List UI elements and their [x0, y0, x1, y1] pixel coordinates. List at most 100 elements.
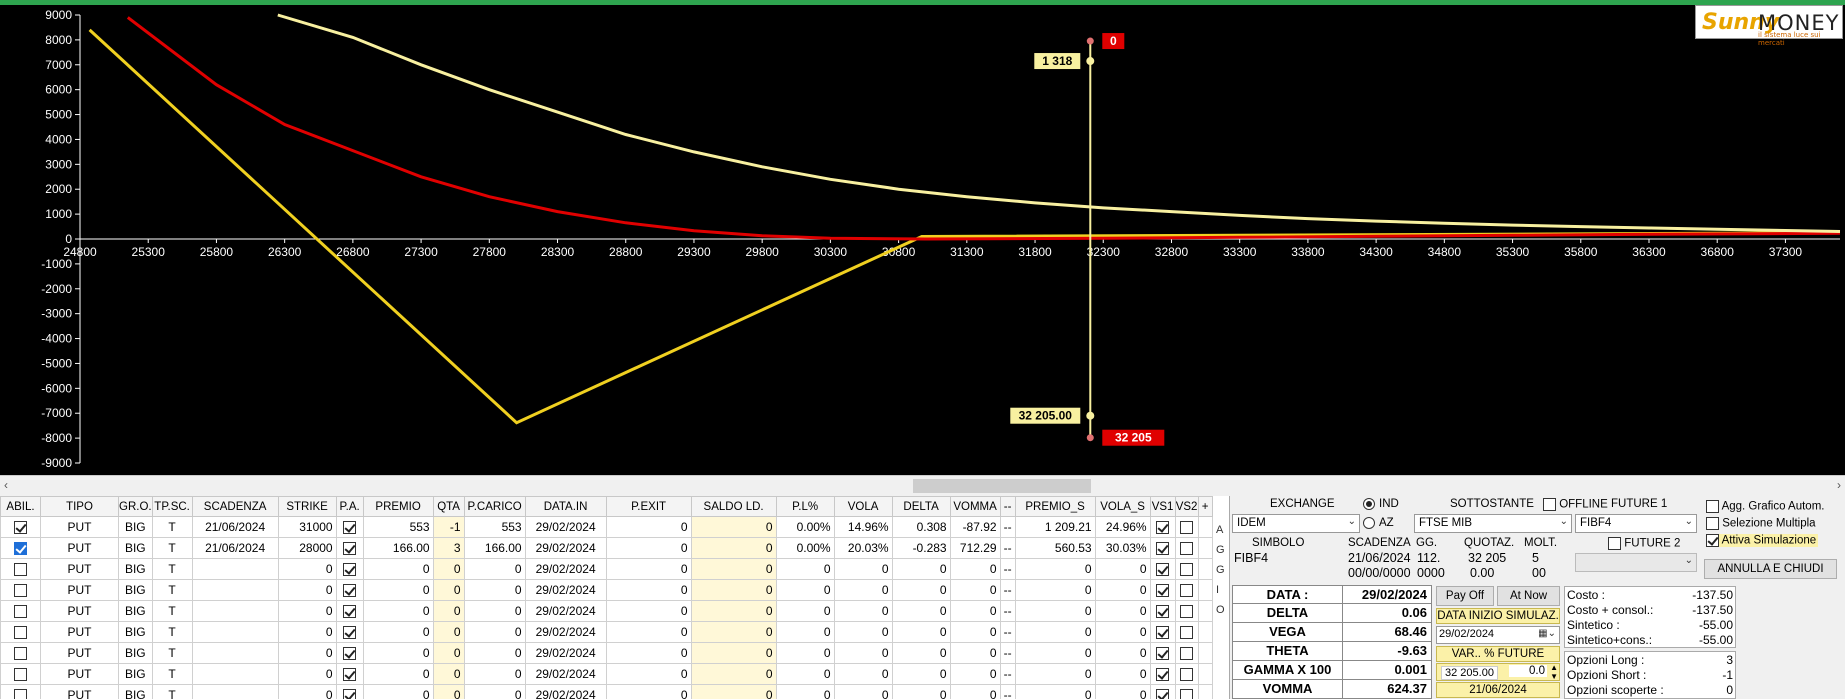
cell-premio[interactable]: 553	[362, 516, 434, 538]
cell-vs1[interactable]	[1149, 558, 1176, 580]
cell-tipo[interactable]: PUT	[40, 516, 119, 538]
cell-vola[interactable]: 0	[833, 663, 893, 685]
column-header[interactable]: VOLA_S	[1094, 496, 1151, 517]
cell-delta[interactable]: 0	[891, 642, 951, 664]
cell-blank[interactable]	[1197, 663, 1213, 685]
column-header[interactable]: PREMIO	[362, 496, 434, 517]
cell-abil[interactable]	[0, 537, 41, 559]
sottostante-select[interactable]: FTSE MIB ⌄	[1414, 514, 1572, 533]
offline-checkbox[interactable]: OFFLINE	[1543, 498, 1608, 511]
data-inizio-picker[interactable]: 29/02/2024 ▦⌄	[1436, 626, 1560, 644]
cell-strike[interactable]: 0	[277, 558, 337, 580]
vs1-checkbox-icon[interactable]	[1156, 521, 1170, 535]
cell-vs1[interactable]	[1149, 600, 1176, 622]
scroll-left-icon[interactable]: ‹	[4, 478, 8, 492]
pa-checkbox-icon[interactable]	[343, 563, 357, 577]
cell-scad[interactable]	[191, 663, 279, 685]
cell-tpsc[interactable]: T	[151, 558, 193, 580]
cell-vomma[interactable]: 0	[949, 579, 1001, 601]
cell-vomma[interactable]: 0	[949, 558, 1001, 580]
vs2-checkbox-icon[interactable]	[1180, 626, 1194, 640]
column-header[interactable]: DELTA	[891, 496, 951, 517]
cell-saldo[interactable]: 0	[690, 600, 777, 622]
cell-tipo[interactable]: PUT	[40, 600, 119, 622]
cell-scad[interactable]	[191, 684, 279, 699]
cell-gro[interactable]: BIG	[118, 558, 153, 580]
cell-qta[interactable]: 3	[432, 537, 465, 559]
cell-pcarico[interactable]: 0	[463, 642, 526, 664]
cell-vs2[interactable]	[1174, 684, 1199, 699]
cell-scad[interactable]	[191, 579, 279, 601]
cell-tipo[interactable]: PUT	[40, 663, 119, 685]
future2-checkbox[interactable]: FUTURE 2	[1608, 537, 1680, 550]
cell-pa[interactable]	[335, 600, 364, 622]
cell-pl[interactable]: 0	[775, 684, 835, 699]
cell-premio[interactable]: 0	[362, 684, 434, 699]
table-row[interactable]: PUT BIG T 0 0 0 0 29/02/2024 0 0 0 0 0 0 -- 0 0	[0, 621, 1213, 643]
cell-gro[interactable]: BIG	[118, 600, 153, 622]
column-header[interactable]: SALDO LD.	[690, 496, 777, 517]
cell-datain[interactable]: 29/02/2024	[524, 642, 607, 664]
radio-az[interactable]: AZ	[1363, 517, 1394, 529]
cell-vomma[interactable]: 0	[949, 663, 1001, 685]
cell-datain[interactable]: 29/02/2024	[524, 537, 607, 559]
vs2-checkbox-icon[interactable]	[1180, 647, 1194, 661]
cell-premios[interactable]: 560.53	[1014, 537, 1096, 559]
cell-tpsc[interactable]: T	[151, 621, 193, 643]
cell-vs2[interactable]	[1174, 621, 1199, 643]
cell-volas[interactable]: 24.96%	[1094, 516, 1151, 538]
cell-pexit[interactable]: 0	[605, 516, 692, 538]
opt-sel-checkbox[interactable]: Selezione Multipla	[1706, 517, 1816, 530]
abil-checkbox-icon[interactable]	[14, 689, 27, 699]
cell-pl[interactable]: 0	[775, 579, 835, 601]
cell-pl[interactable]: 0.00%	[775, 516, 835, 538]
cell-vomma[interactable]: -87.92	[949, 516, 1001, 538]
cell-vs1[interactable]	[1149, 684, 1176, 699]
cell-pl[interactable]: 0	[775, 558, 835, 580]
opt-sim-checkbox-icon[interactable]	[1706, 534, 1719, 547]
cell-delta[interactable]: 0	[891, 684, 951, 699]
cell-vomma[interactable]: 712.29	[949, 537, 1001, 559]
cell-tipo[interactable]: PUT	[40, 537, 119, 559]
cell-qta[interactable]: 0	[432, 663, 465, 685]
cell-blank[interactable]	[1197, 642, 1213, 664]
cell-saldo[interactable]: 0	[690, 558, 777, 580]
future-pct-input[interactable]: 0.0	[1509, 665, 1547, 677]
vs2-checkbox-icon[interactable]	[1180, 542, 1194, 556]
cell-premios[interactable]: 0	[1014, 642, 1096, 664]
pa-checkbox-icon[interactable]	[343, 542, 357, 556]
cell-volas[interactable]: 0	[1094, 579, 1151, 601]
column-header[interactable]: VOLA	[833, 496, 893, 517]
cell-premios[interactable]: 0	[1014, 684, 1096, 699]
column-header[interactable]: P.A.	[335, 496, 364, 517]
cell-datain[interactable]: 29/02/2024	[524, 621, 607, 643]
cell-vola[interactable]: 14.96%	[833, 516, 893, 538]
cell-qta[interactable]: 0	[432, 684, 465, 699]
table-row[interactable]: PUT BIG T 0 0 0 0 29/02/2024 0 0 0 0 0 0 -- 0 0	[0, 642, 1213, 664]
cell-delta[interactable]: 0	[891, 600, 951, 622]
cell-pcarico[interactable]: 0	[463, 663, 526, 685]
cell-pexit[interactable]: 0	[605, 663, 692, 685]
pa-checkbox-icon[interactable]	[343, 605, 357, 619]
cell-premios[interactable]: 0	[1014, 663, 1096, 685]
cell-pa[interactable]	[335, 537, 364, 559]
future-price-input[interactable]: 32 205.00	[1441, 666, 1498, 680]
column-header[interactable]: P.L%	[775, 496, 835, 517]
cell-premio[interactable]: 0	[362, 558, 434, 580]
cell-qta[interactable]: 0	[432, 579, 465, 601]
opt-sel-checkbox-icon[interactable]	[1706, 517, 1719, 530]
cell-tpsc[interactable]: T	[151, 684, 193, 699]
cell-abil[interactable]	[0, 600, 41, 622]
cell-gro[interactable]: BIG	[118, 579, 153, 601]
cell-blank[interactable]	[1197, 579, 1213, 601]
cell-volas[interactable]: 0	[1094, 558, 1151, 580]
cell-strike[interactable]: 0	[277, 579, 337, 601]
abil-checkbox-icon[interactable]	[14, 647, 27, 661]
column-header[interactable]: VS1	[1149, 496, 1176, 517]
column-header[interactable]: QTA	[432, 496, 465, 517]
pa-checkbox-icon[interactable]	[343, 584, 357, 598]
cell-strike[interactable]: 0	[277, 684, 337, 699]
column-header[interactable]: P.EXIT	[605, 496, 692, 517]
opt-agg-checkbox[interactable]: Agg. Grafico Autom.	[1706, 500, 1824, 513]
cell-tipo[interactable]: PUT	[40, 642, 119, 664]
